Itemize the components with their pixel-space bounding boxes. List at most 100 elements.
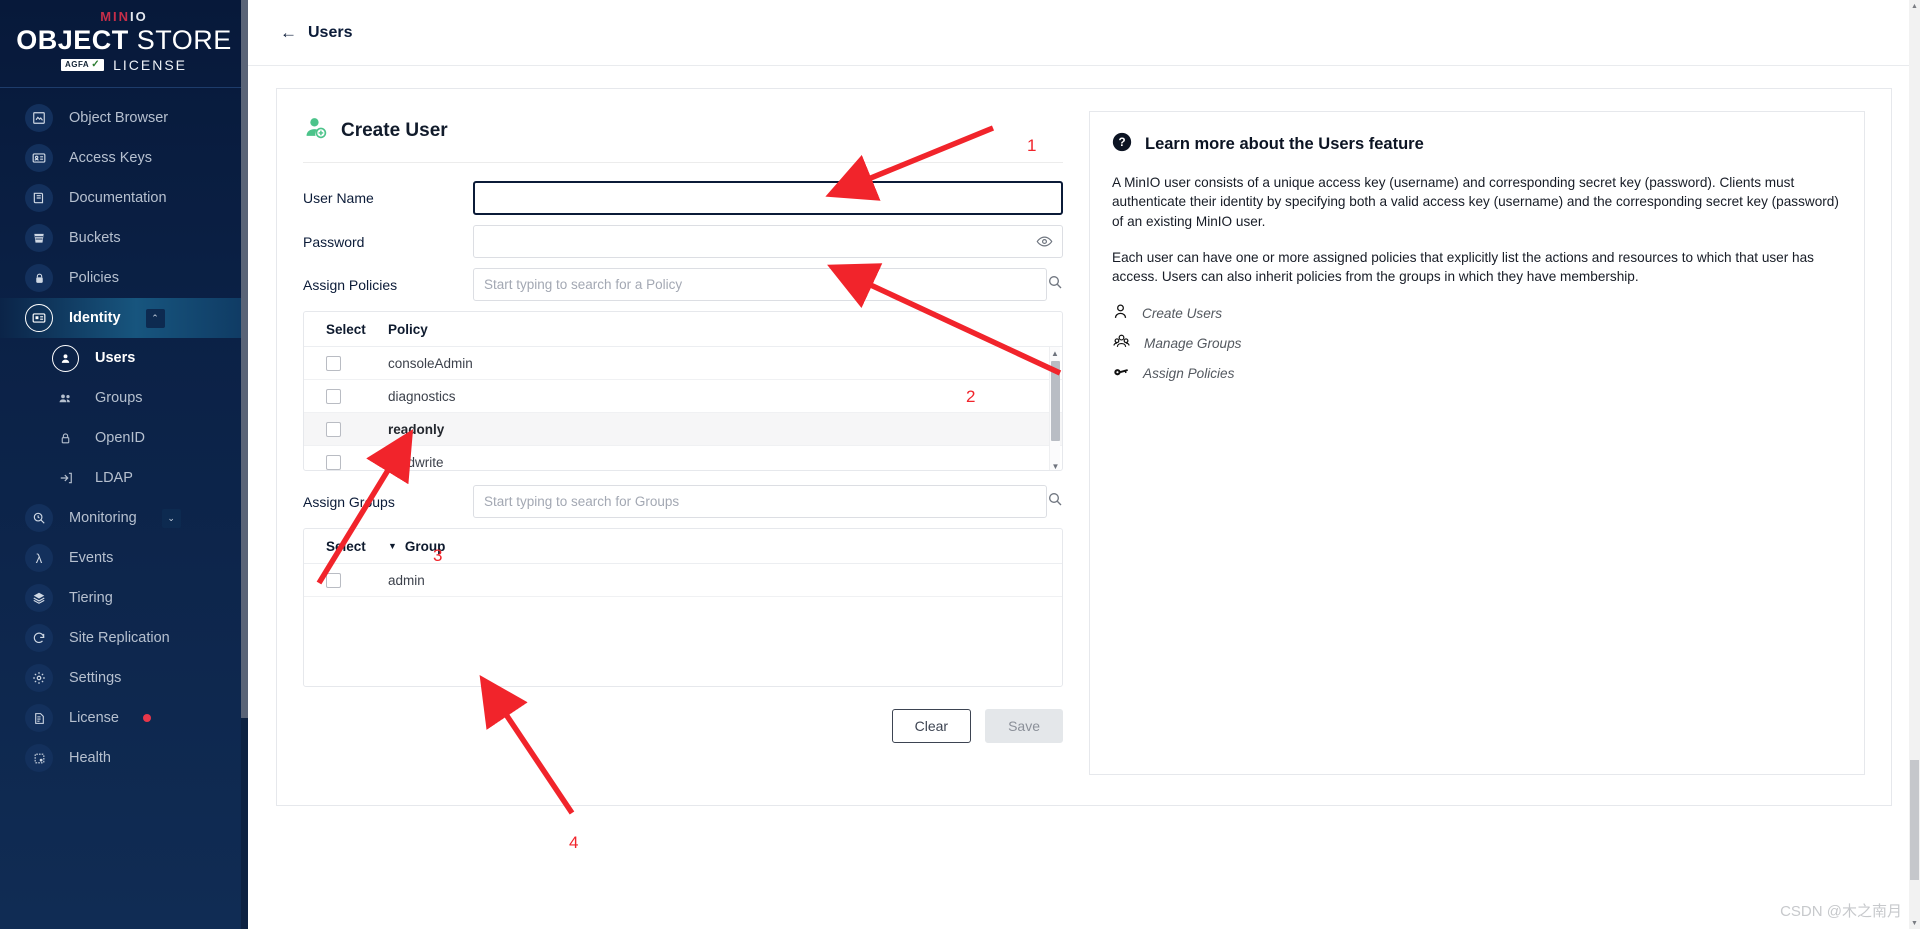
license-alert-dot bbox=[142, 714, 151, 722]
brand-objectstore: OBJECT STORE bbox=[0, 25, 248, 55]
group-icon bbox=[52, 385, 79, 412]
clear-button[interactable]: Clear bbox=[891, 709, 972, 743]
sidebar-label: Tiering bbox=[69, 590, 113, 606]
certificate-icon bbox=[25, 704, 53, 732]
help-panel-heading: ? Learn more about the Users feature bbox=[1112, 132, 1842, 157]
eye-icon[interactable] bbox=[1036, 233, 1053, 250]
title-divider bbox=[303, 162, 1063, 163]
sidebar-label: Identity bbox=[69, 310, 121, 326]
page-scrollbar[interactable]: ▲ ▼ bbox=[1909, 0, 1920, 929]
help-link-label: Manage Groups bbox=[1144, 335, 1242, 351]
save-button[interactable]: Save bbox=[985, 709, 1063, 743]
row-checkbox[interactable] bbox=[326, 355, 341, 371]
password-input[interactable] bbox=[473, 225, 1063, 258]
sidebar-item-settings[interactable]: Settings bbox=[0, 658, 248, 698]
table-row[interactable]: admin bbox=[304, 564, 1062, 597]
chevron-up-icon[interactable]: ⌃ bbox=[145, 308, 165, 328]
row-checkbox[interactable] bbox=[326, 388, 341, 404]
key-icon bbox=[1112, 363, 1130, 383]
svg-text:?: ? bbox=[1118, 136, 1125, 149]
agfa-logo-icon: AGFA ✓ bbox=[60, 59, 105, 71]
sidebar-item-health[interactable]: Health bbox=[0, 738, 248, 778]
watermark: CSDN @木之南月 bbox=[1780, 903, 1902, 920]
group-col-group-wrap[interactable]: ▼ Group bbox=[388, 539, 445, 554]
username-field-row: User Name bbox=[303, 181, 1063, 215]
policy-col-select: Select bbox=[326, 321, 366, 337]
sidebar-item-tiering[interactable]: Tiering bbox=[0, 578, 248, 618]
policy-table: Select Policy consoleAdmin diagnostics r… bbox=[303, 311, 1063, 471]
page-scrollbar-thumb[interactable] bbox=[1910, 760, 1919, 880]
row-checkbox[interactable] bbox=[326, 421, 341, 437]
create-user-panel: Create User User Name Password Assign Po… bbox=[276, 88, 1892, 806]
magnifier-clock-icon bbox=[25, 504, 53, 532]
create-user-heading: Create User bbox=[303, 111, 1063, 162]
padlock-icon bbox=[52, 425, 79, 452]
sidebar-item-license[interactable]: License bbox=[0, 698, 248, 738]
chevron-down-icon[interactable]: ⌄ bbox=[161, 508, 181, 528]
gear-icon bbox=[25, 664, 53, 692]
sidebar-label: Site Replication bbox=[69, 630, 170, 646]
sidebar-item-buckets[interactable]: Buckets bbox=[0, 218, 248, 258]
sidebar-item-events[interactable]: λ Events bbox=[0, 538, 248, 578]
layers-icon bbox=[25, 584, 53, 612]
row-checkbox[interactable] bbox=[326, 572, 341, 588]
table-row[interactable]: consoleAdmin bbox=[304, 347, 1062, 380]
help-link-assign-policies[interactable]: Assign Policies bbox=[1112, 363, 1842, 383]
sidebar-item-identity[interactable]: Identity ⌃ bbox=[0, 298, 248, 338]
sidebar-label: Health bbox=[69, 750, 111, 766]
brand-logo: MINIO OBJECT STORE AGFA ✓ LICENSE bbox=[0, 0, 248, 88]
sidebar-item-site-replication[interactable]: Site Replication bbox=[0, 618, 248, 658]
sort-caret-icon[interactable]: ▼ bbox=[388, 541, 397, 551]
scroll-up-arrow-icon[interactable]: ▲ bbox=[1050, 347, 1060, 359]
page-title: Users bbox=[308, 23, 353, 41]
sidebar-label: Monitoring bbox=[69, 510, 137, 526]
assign-groups-label: Assign Groups bbox=[303, 493, 395, 510]
sidebar-item-users[interactable]: Users bbox=[0, 338, 248, 378]
policy-name: consoleAdmin bbox=[388, 355, 473, 371]
scrollbar-thumb[interactable] bbox=[1051, 361, 1060, 441]
sidebar-item-access-keys[interactable]: Access Keys bbox=[0, 138, 248, 178]
sidebar-scrollbar-thumb[interactable] bbox=[241, 718, 248, 929]
app-root: MINIO OBJECT STORE AGFA ✓ LICENSE Object … bbox=[0, 0, 1920, 929]
sidebar-label: LDAP bbox=[95, 470, 133, 486]
table-row[interactable]: readonly bbox=[304, 413, 1062, 446]
content-area: Create User User Name Password Assign Po… bbox=[248, 66, 1920, 806]
table-row[interactable]: diagnostics bbox=[304, 380, 1062, 413]
password-field-row: Password bbox=[303, 225, 1063, 258]
sidebar-nav: Object Browser Access Keys Documentation… bbox=[0, 88, 248, 778]
back-to-users-link[interactable]: ← Users bbox=[280, 23, 352, 43]
table-row[interactable]: readwrite bbox=[304, 446, 1062, 470]
policy-name: diagnostics bbox=[388, 388, 456, 404]
sidebar-item-object-browser[interactable]: Object Browser bbox=[0, 98, 248, 138]
username-input[interactable] bbox=[473, 181, 1063, 215]
help-link-manage-groups[interactable]: Manage Groups bbox=[1112, 333, 1842, 353]
back-arrow-icon: ← bbox=[280, 22, 297, 42]
user-icon bbox=[1112, 303, 1129, 323]
help-paragraph-1: A MinIO user consists of a unique access… bbox=[1112, 175, 1839, 229]
group-search-input[interactable] bbox=[473, 485, 1047, 518]
sidebar-label: Buckets bbox=[69, 230, 121, 246]
group-search-wrap bbox=[473, 485, 1063, 518]
form-actions: Clear Save bbox=[303, 709, 1063, 743]
password-label: Password bbox=[303, 233, 365, 250]
policy-search-input[interactable] bbox=[473, 268, 1047, 301]
brand-minio-wordmark: MINIO bbox=[0, 10, 248, 24]
sidebar-label: OpenID bbox=[95, 430, 145, 446]
sidebar-item-monitoring[interactable]: Monitoring ⌄ bbox=[0, 498, 248, 538]
user-icon bbox=[52, 344, 79, 372]
search-icon[interactable] bbox=[1047, 274, 1063, 295]
page-scroll-down-icon[interactable]: ▼ bbox=[1909, 917, 1920, 929]
sidebar-item-groups[interactable]: Groups bbox=[0, 378, 248, 418]
help-link-create-users[interactable]: Create Users bbox=[1112, 303, 1842, 323]
page-scroll-up-icon[interactable]: ▲ bbox=[1909, 0, 1920, 12]
scroll-down-arrow-icon[interactable]: ▼ bbox=[1050, 460, 1061, 471]
sidebar-item-policies[interactable]: Policies bbox=[0, 258, 248, 298]
help-panel: ? Learn more about the Users feature A M… bbox=[1089, 111, 1865, 775]
sidebar-item-ldap[interactable]: LDAP bbox=[0, 458, 248, 498]
sidebar-item-documentation[interactable]: Documentation bbox=[0, 178, 248, 218]
row-checkbox[interactable] bbox=[326, 454, 341, 470]
policy-table-scrollbar[interactable]: ▲ ▼ bbox=[1049, 347, 1061, 471]
sidebar-label: Policies bbox=[69, 270, 119, 286]
sidebar-item-openid[interactable]: OpenID bbox=[0, 418, 248, 458]
search-icon[interactable] bbox=[1047, 491, 1063, 512]
